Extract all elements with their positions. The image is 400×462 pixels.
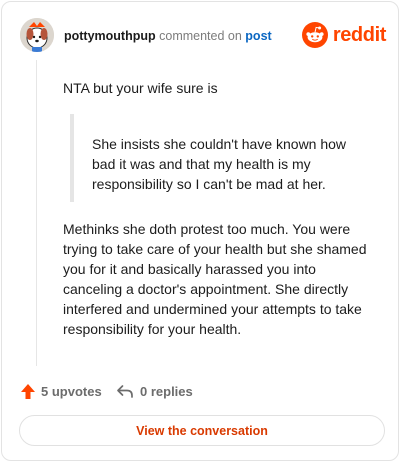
user-avatar[interactable]	[20, 18, 54, 52]
reddit-wordmark: reddit	[332, 23, 387, 46]
view-conversation-button[interactable]: View the conversation	[19, 415, 385, 446]
comment-card: pottymouthpup commented on post reddit N…	[1, 1, 399, 461]
quote-text: She insists she couldn't have known how …	[92, 136, 347, 192]
post-link[interactable]: post	[245, 29, 271, 43]
replies-button[interactable]: 0 replies	[116, 380, 193, 402]
quote-block: She insists she couldn't have known how …	[70, 114, 370, 202]
comment-header: pottymouthpup commented on post reddit	[20, 18, 386, 54]
avatar-illustration-icon	[20, 18, 54, 52]
comment-footer: 5 upvotes 0 replies	[20, 380, 386, 402]
comment-meta: pottymouthpup commented on post	[64, 28, 272, 44]
comment-paragraph-2: Methinks she doth protest too much. You …	[63, 221, 367, 337]
reply-count: 0 replies	[140, 383, 193, 399]
comment-paragraph-1: NTA but your wife sure is	[63, 80, 218, 96]
action-text: commented on	[159, 29, 242, 43]
reddit-logo[interactable]: reddit	[301, 22, 387, 48]
upvote-button[interactable]: 5 upvotes	[20, 380, 102, 402]
upvote-count: 5 upvotes	[41, 383, 102, 399]
upvote-arrow-icon	[21, 383, 35, 399]
username-link[interactable]: pottymouthpup	[64, 29, 156, 43]
thread-line	[36, 60, 37, 366]
reply-arrow-icon	[117, 385, 133, 398]
reddit-snoo-icon	[301, 22, 328, 48]
